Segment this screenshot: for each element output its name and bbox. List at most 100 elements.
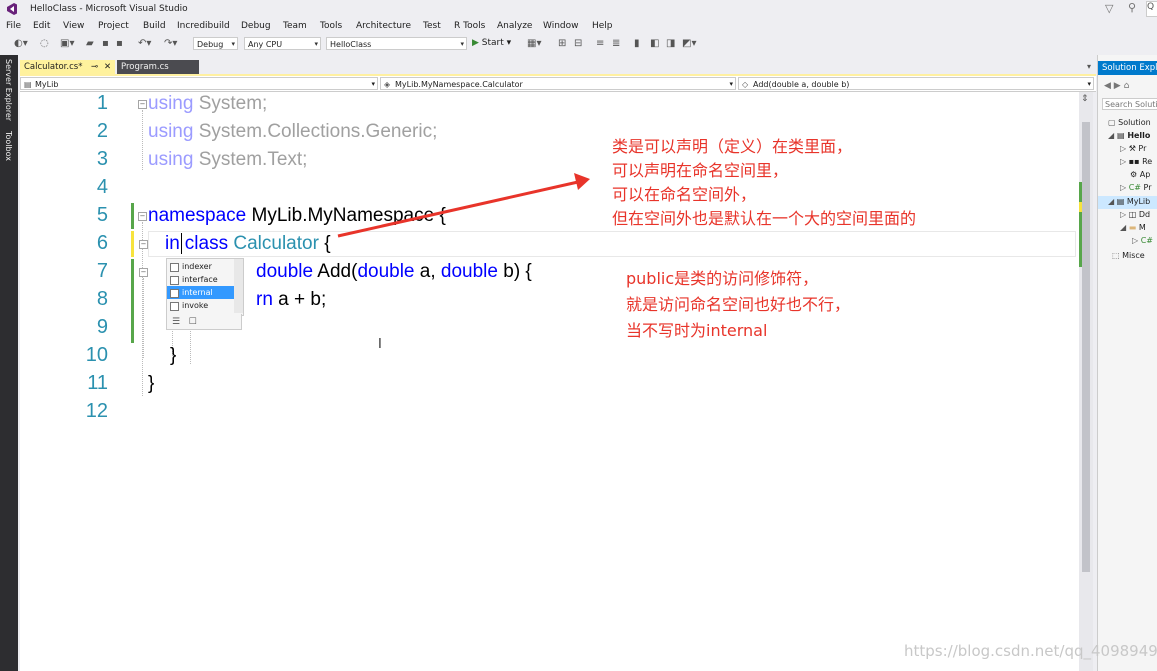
indent-icon[interactable]: ≡	[596, 38, 604, 49]
new-project-icon[interactable]: ▣▾	[60, 38, 74, 49]
close-icon[interactable]: ✕	[104, 60, 111, 74]
intellisense-completion-list[interactable]: indexer interface internal invoke	[166, 258, 244, 316]
collapse-arrow-icon[interactable]: ▷	[1120, 157, 1126, 166]
comment-icon[interactable]: ≣	[612, 38, 620, 49]
tree-item-helloclass-project[interactable]: ◢ ▤ Hello	[1108, 131, 1150, 140]
menu-analyze[interactable]: Analyze	[497, 21, 532, 31]
completion-item-invoke[interactable]: invoke	[167, 299, 241, 312]
clear-bookmarks-icon[interactable]: ◩▾	[682, 38, 696, 49]
menu-edit[interactable]: Edit	[33, 21, 50, 31]
solution-explorer-panel: Solution Explorer ◀ ▶ ⌂ Search Solution …	[1097, 55, 1157, 671]
tree-item-mylib-project[interactable]: ◢ ▤ MyLib	[1108, 197, 1150, 206]
solution-search-input[interactable]: Search Solution	[1102, 98, 1157, 110]
tree-item-mynamespace-folder[interactable]: ◢ ▬ M	[1120, 223, 1146, 232]
step-icon[interactable]: ⊞	[558, 38, 566, 49]
tree-item-properties[interactable]: ▷ ⚒ Pr	[1120, 144, 1146, 153]
find-icon[interactable]: ⊟	[574, 38, 582, 49]
snippet-filter-icon[interactable]: ☐	[189, 317, 197, 327]
scrollbar-thumb[interactable]	[1082, 122, 1090, 572]
completion-scrollbar[interactable]	[234, 259, 243, 313]
start-button[interactable]: ▶ Start ▾	[472, 38, 511, 48]
tree-item-solution[interactable]: ▢ Solution	[1108, 118, 1151, 127]
menu-project[interactable]: Project	[98, 21, 129, 31]
completion-item-indexer[interactable]: indexer	[167, 260, 241, 273]
collapse-icon[interactable]: −	[139, 240, 148, 249]
undo-icon[interactable]: ↶▾	[138, 38, 151, 49]
save-all-icon[interactable]: ▪	[116, 38, 123, 49]
forward-icon[interactable]: ▶	[1114, 81, 1121, 91]
code-line-6[interactable]: in class Calculator {	[165, 233, 331, 255]
code-text: a,	[414, 261, 441, 282]
solution-explorer-title[interactable]: Solution Explorer	[1098, 61, 1157, 75]
filter-icon[interactable]: ▽	[1105, 2, 1113, 15]
tree-item-calculator-cs[interactable]: ▷ C#	[1132, 236, 1153, 245]
code-line-7[interactable]: double Add(double a, double b) {	[256, 261, 532, 283]
tab-calculator-cs[interactable]: Calculator.cs* ⊸ ✕	[20, 60, 115, 74]
keyword-filter-icon[interactable]: ☰	[172, 317, 180, 327]
back-icon[interactable]: ◀	[1104, 81, 1111, 91]
startup-project-dropdown[interactable]: HelloClass ▾	[326, 37, 467, 50]
menu-tools[interactable]: Tools	[320, 21, 342, 31]
menu-incredibuild[interactable]: Incredibuild	[177, 21, 230, 31]
annotation-line: 就是访问命名空间也好也不行，	[626, 295, 851, 314]
collapse-icon[interactable]: −	[138, 212, 147, 221]
code-line-8[interactable]: rn a + b;	[256, 289, 326, 311]
toolbox-tab[interactable]: Toolbox	[4, 131, 13, 161]
tree-item-dependencies[interactable]: ▷ ◫ Dd	[1120, 210, 1150, 219]
menu-rtools[interactable]: R Tools	[454, 21, 485, 31]
expand-icon[interactable]: ◢	[1108, 197, 1114, 206]
member-dropdown[interactable]: ◇ Add(double a, double b) ▾	[738, 77, 1094, 90]
expand-icon[interactable]: ◢	[1120, 223, 1126, 232]
completion-item-interface[interactable]: interface	[167, 273, 241, 286]
collapse-icon[interactable]: −	[138, 100, 147, 109]
menu-team[interactable]: Team	[283, 21, 307, 31]
menu-file[interactable]: File	[6, 21, 21, 31]
menu-build[interactable]: Build	[143, 21, 166, 31]
forward-icon[interactable]: ◌	[40, 38, 49, 49]
collapse-arrow-icon[interactable]: ▷	[1120, 183, 1126, 192]
menu-window[interactable]: Window	[543, 21, 579, 31]
browser-link-icon[interactable]: ▦▾	[527, 38, 541, 49]
collapse-arrow-icon[interactable]: ▷	[1120, 144, 1126, 153]
redo-icon[interactable]: ↷▾	[164, 38, 177, 49]
collapse-icon[interactable]: −	[139, 268, 148, 277]
menu-view[interactable]: View	[63, 21, 84, 31]
next-bookmark-icon[interactable]: ◨	[666, 38, 675, 49]
bookmark-icon[interactable]: ▮	[634, 38, 640, 49]
prev-bookmark-icon[interactable]: ◧	[650, 38, 659, 49]
expand-icon[interactable]: ◢	[1108, 131, 1114, 140]
code-line-3[interactable]: using System.Text;	[148, 149, 307, 171]
editor-vertical-scrollbar[interactable]: ⇕	[1079, 92, 1093, 671]
open-file-icon[interactable]: ▰	[86, 38, 94, 49]
split-window-icon[interactable]: ⇕	[1081, 94, 1089, 104]
save-icon[interactable]: ▪	[102, 38, 109, 49]
code-line-2[interactable]: using System.Collections.Generic;	[148, 121, 437, 143]
server-explorer-tab[interactable]: Server Explorer	[4, 59, 13, 121]
tab-program-cs[interactable]: Program.cs	[117, 60, 199, 74]
solution-platform-dropdown[interactable]: Any CPU ▾	[244, 37, 321, 50]
menu-test[interactable]: Test	[423, 21, 441, 31]
tab-overflow-icon[interactable]: ▾	[1087, 62, 1091, 71]
tree-item-app-config[interactable]: ⚙ Ap	[1130, 170, 1150, 179]
code-line-11[interactable]: }	[148, 373, 154, 395]
pin-icon[interactable]: ⊸	[91, 60, 98, 74]
csharp-project-icon: ▤	[24, 80, 32, 89]
menu-help[interactable]: Help	[592, 21, 613, 31]
tree-item-references[interactable]: ▷ ▪▪ Re	[1120, 157, 1152, 166]
home-icon[interactable]: ⌂	[1124, 81, 1130, 91]
person-icon[interactable]: ⚲	[1128, 1, 1136, 14]
completion-item-internal[interactable]: internal	[167, 286, 241, 299]
tree-item-program-cs[interactable]: ▷ C# Pr	[1120, 183, 1152, 192]
tree-item-miscellaneous[interactable]: ⬚ Misce	[1112, 251, 1145, 260]
menu-architecture[interactable]: Architecture	[356, 21, 411, 31]
type-dropdown[interactable]: ◈ MyLib.MyNamespace.Calculator ▾	[380, 77, 736, 90]
back-icon[interactable]: ◐▾	[14, 38, 28, 49]
collapse-arrow-icon[interactable]: ▷	[1132, 236, 1138, 245]
code-line-1[interactable]: using System;	[148, 93, 267, 115]
solution-configuration-dropdown[interactable]: Debug ▾	[193, 37, 238, 50]
code-line-10[interactable]: }	[170, 345, 176, 367]
collapse-arrow-icon[interactable]: ▷	[1120, 210, 1126, 219]
project-dropdown[interactable]: ▤ MyLib ▾	[20, 77, 378, 90]
quick-launch-input[interactable]: Q	[1146, 1, 1157, 17]
menu-debug[interactable]: Debug	[241, 21, 271, 31]
